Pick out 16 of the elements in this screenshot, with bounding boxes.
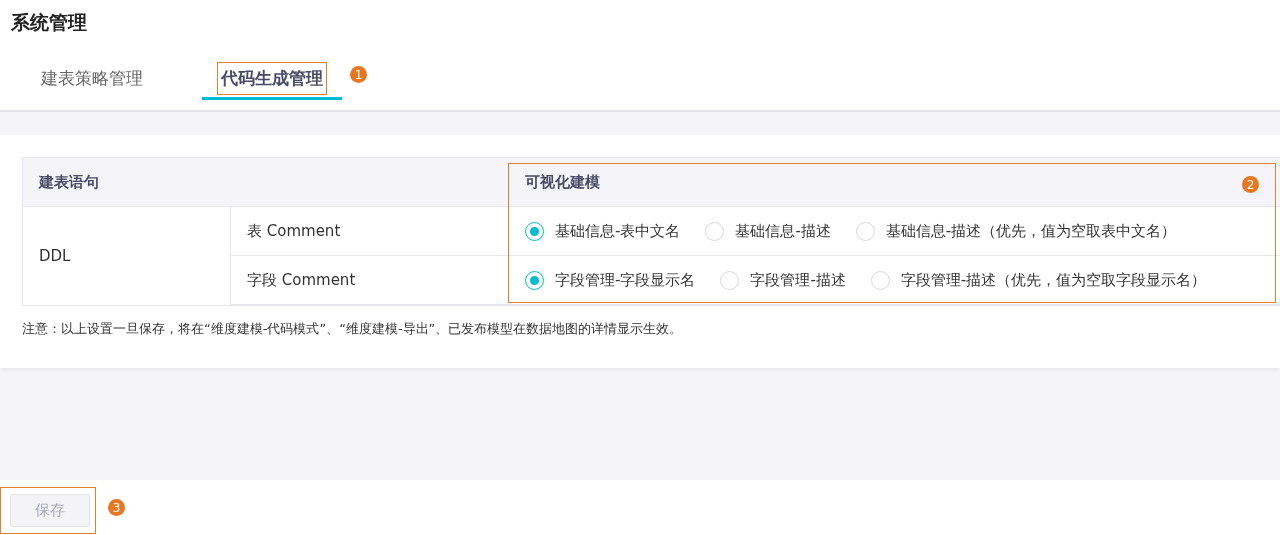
radio-option[interactable]: 基础信息-表中文名	[525, 221, 681, 241]
radio-option[interactable]: 基础信息-描述	[705, 221, 831, 241]
table-cell: 表 Comment	[231, 207, 509, 256]
table-cell: 字段 Comment	[231, 256, 509, 305]
note-text: 注意：以上设置一旦保存，将在“维度建模-代码模式”、“维度建模-导出”、已发布模型在数据地图的详情显示生效。	[22, 320, 684, 338]
radio-option[interactable]: 字段管理-字段显示名	[525, 270, 696, 290]
radio-option[interactable]: 基础信息-描述（优先，值为空取表中文名）	[855, 221, 1177, 241]
tab[interactable]: 代码生成管理	[202, 60, 342, 100]
radio-option[interactable]: 字段管理-描述	[720, 270, 846, 290]
table-cell: DDL	[23, 207, 231, 305]
page-title: 系统管理	[10, 10, 88, 35]
tab[interactable]: 建表策略管理	[22, 60, 162, 100]
radio-option[interactable]: 字段管理-描述（优先，值为空取字段显示名）	[870, 270, 1207, 290]
column-header: 建表语句	[23, 158, 509, 207]
callout-badge: 3	[108, 499, 125, 516]
callout-badge: 1	[350, 66, 367, 83]
